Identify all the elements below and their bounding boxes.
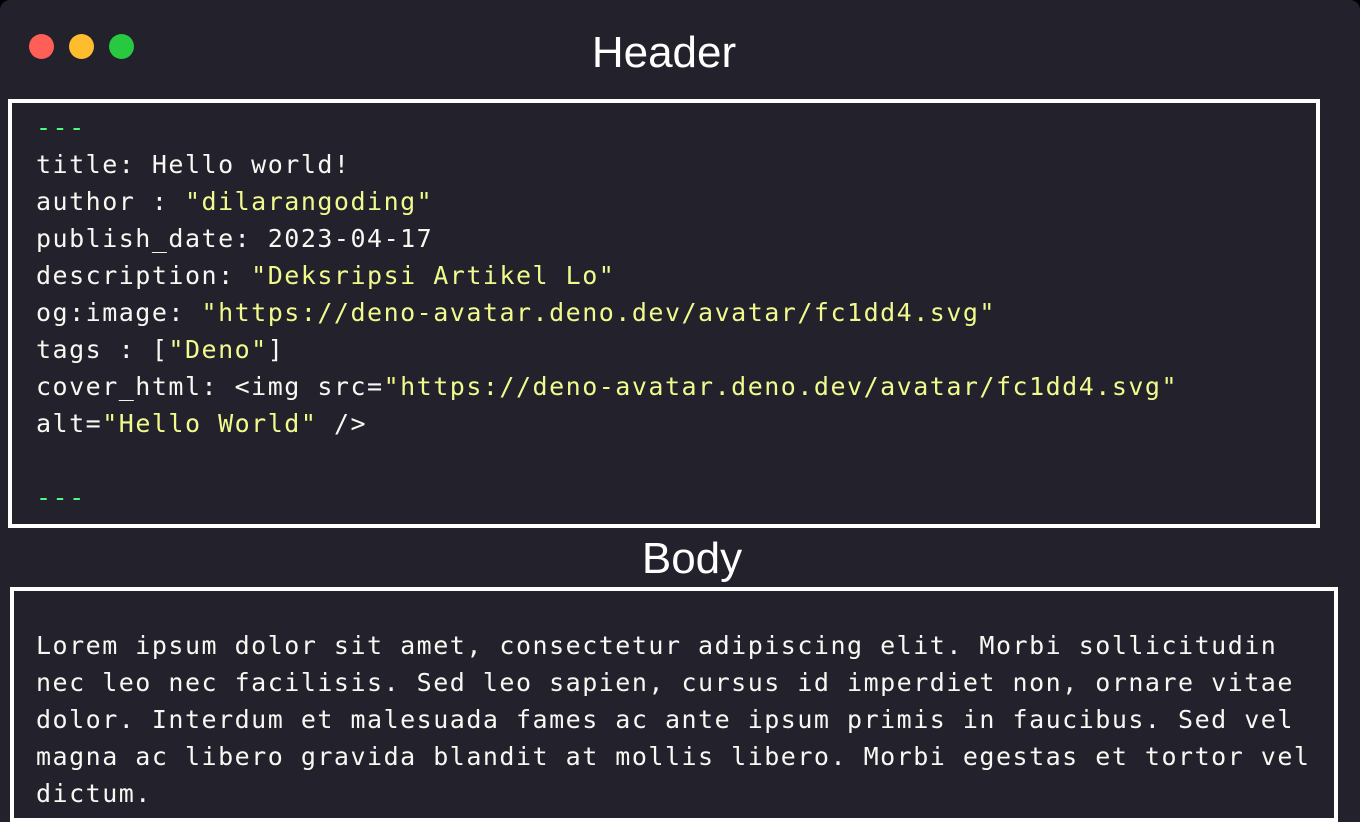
- delimiter-open: ---: [36, 113, 86, 142]
- fm-value: 2023-04-17: [267, 224, 434, 253]
- fm-key: description:: [36, 261, 252, 290]
- fm-value: "https://deno-avatar.deno.dev/avatar/fc1…: [383, 372, 1179, 401]
- fm-key: og:image:: [36, 298, 202, 327]
- fm-value: "Hello World": [102, 409, 318, 438]
- body-title: Body: [641, 534, 743, 583]
- fm-value: Hello world!: [151, 150, 351, 179]
- fm-key: author :: [36, 187, 185, 216]
- fm-suffix: />: [317, 409, 368, 438]
- fm-value: "Deno": [168, 335, 268, 364]
- body-content-box: Lorem ipsum dolor sit amet, consectetur …: [10, 587, 1338, 822]
- fm-value: "Deksripsi Artikel Lo": [251, 261, 616, 290]
- fm-key: title:: [36, 150, 152, 179]
- body-line: dolor. Interdum et malesuada fames ac an…: [36, 705, 1294, 734]
- body-line: dictum.: [36, 779, 152, 808]
- fm-key: cover_html: <img src=: [36, 372, 384, 401]
- body-line: magna ac libero gravida blandit at molli…: [36, 742, 1311, 771]
- fm-key: alt=: [36, 409, 103, 438]
- fm-value: "dilarangoding": [184, 187, 434, 216]
- fm-key: tags : [: [36, 335, 169, 364]
- frontmatter-code: --- title: Hello world! author : "dilara…: [36, 109, 1178, 516]
- body-line: nec leo nec facilisis. Sed leo sapien, c…: [36, 668, 1294, 697]
- editor-window: Header --- title: Hello world! author : …: [0, 0, 1360, 822]
- fm-key: publish_date:: [36, 224, 268, 253]
- delimiter-close: ---: [36, 483, 86, 512]
- fm-value: "https://deno-avatar.deno.dev/avatar/fc1…: [201, 298, 996, 327]
- header-title: Header: [591, 28, 737, 77]
- fm-suffix: ]: [267, 335, 285, 364]
- header-frontmatter-box: --- title: Hello world! author : "dilara…: [8, 99, 1320, 528]
- body-line: Lorem ipsum dolor sit amet, consectetur …: [36, 631, 1278, 660]
- body-text: Lorem ipsum dolor sit amet, consectetur …: [36, 627, 1310, 812]
